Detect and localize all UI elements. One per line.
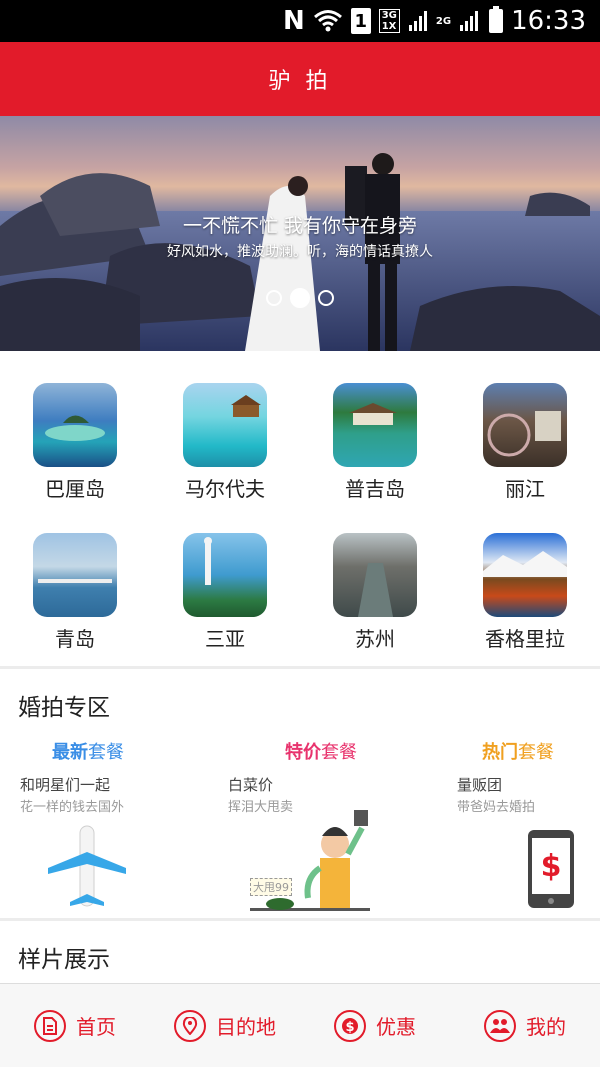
destination-label: 丽江 — [505, 477, 545, 501]
qingdao-thumbnail — [33, 533, 117, 617]
destination-suzhou[interactable]: 苏州 — [300, 509, 450, 659]
phone-dollar-icon: $ — [528, 830, 574, 908]
page-title: 驴 拍 — [268, 69, 332, 94]
section-divider — [0, 666, 600, 669]
destination-grid: 巴厘岛 马尔代夫 普吉岛 丽江 青岛 三亚 苏州 香格里拉 — [0, 351, 600, 667]
carousel-dot[interactable] — [318, 290, 334, 306]
people-icon — [484, 1009, 516, 1042]
promo-title-highlight: 热门 — [482, 742, 518, 763]
promo-title-highlight: 特价 — [285, 742, 321, 763]
destination-label: 普吉岛 — [345, 477, 405, 501]
network-type: 3G 1X — [378, 9, 400, 33]
lijiang-thumbnail — [483, 383, 567, 467]
promo-description: 带爸妈去婚拍 — [457, 800, 536, 815]
wedding-section-title: 婚拍专区 — [18, 695, 110, 721]
destination-label: 三亚 — [205, 627, 245, 651]
destination-bali[interactable]: 巴厘岛 — [0, 359, 150, 509]
promo-title: 最新套餐 — [52, 738, 124, 764]
carousel-dot[interactable] — [266, 290, 282, 306]
destination-qingdao[interactable]: 青岛 — [0, 509, 150, 659]
network-1x: 1X — [381, 21, 397, 32]
svg-text:$: $ — [345, 1020, 354, 1035]
maldives-thumbnail — [183, 383, 267, 467]
svg-text:$: $ — [541, 849, 562, 884]
phuket-thumbnail — [333, 383, 417, 467]
location-pin-icon — [174, 1009, 206, 1042]
promo-title-rest: 套餐 — [321, 742, 357, 763]
nav-label: 我的 — [526, 1015, 566, 1039]
promo-title: 热门套餐 — [482, 738, 554, 764]
promo-subtitle: 和明星们一起 — [20, 776, 111, 794]
airplane-icon — [48, 825, 126, 907]
bali-thumbnail — [33, 383, 117, 467]
promo-special-package[interactable]: 特价套餐 白菜价 挥泪大甩卖 大甩99 — [210, 738, 400, 918]
destination-shangri-la[interactable]: 香格里拉 — [450, 509, 600, 659]
battery-icon — [489, 6, 504, 33]
promo-description: 花一样的钱去国外 — [20, 800, 125, 815]
document-icon — [34, 1009, 66, 1042]
banner-headline: 一不慌不忙 我有你守在身旁 — [182, 215, 418, 237]
nav-profile[interactable]: 我的 — [450, 984, 600, 1067]
network-3g: 3G — [381, 10, 397, 21]
promo-latest-package[interactable]: 最新套餐 和明星们一起 花一样的钱去国外 — [0, 738, 200, 918]
n-notification-icon: N — [282, 6, 305, 36]
destination-label: 苏州 — [355, 627, 395, 651]
bottom-navigation: 首页 目的地 $ 优惠 我的 — [0, 983, 600, 1067]
destination-label: 青岛 — [55, 627, 95, 651]
samples-section-title: 样片展示 — [18, 947, 110, 973]
promo-title-rest: 套餐 — [88, 742, 124, 763]
nav-label: 目的地 — [216, 1015, 276, 1039]
dollar-coin-icon: $ — [334, 1009, 366, 1042]
nav-label: 首页 — [76, 1015, 116, 1039]
sim-icon: 1 — [350, 8, 371, 34]
crying-vendor-icon — [250, 810, 370, 911]
nav-label: 优惠 — [376, 1015, 416, 1039]
shangri-la-thumbnail — [483, 533, 567, 617]
destination-maldives[interactable]: 马尔代夫 — [150, 359, 300, 509]
banner-carousel[interactable]: 一不慌不忙 我有你守在身旁 好风如水，推波助澜。听，海的情话真撩人 — [0, 116, 600, 351]
signal-2-icon — [460, 11, 479, 31]
promo-title-highlight: 最新 — [52, 742, 88, 763]
app-header: 驴 拍 — [0, 42, 600, 116]
network-2g: 2G — [435, 15, 452, 27]
status-bar: N 1 3G 1X 2G 16:33 — [0, 0, 600, 42]
destination-phuket[interactable]: 普吉岛 — [300, 359, 450, 509]
sanya-thumbnail — [183, 533, 267, 617]
clock: 16:33 — [511, 6, 586, 36]
destination-label: 马尔代夫 — [185, 477, 265, 501]
carousel-dot-active[interactable] — [290, 288, 310, 308]
suzhou-thumbnail — [333, 533, 417, 617]
destination-label: 巴厘岛 — [45, 477, 105, 501]
nav-destination[interactable]: 目的地 — [150, 984, 300, 1067]
promo-hot-package[interactable]: 热门套餐 量贩团 带爸妈去婚拍 $ — [440, 738, 600, 918]
nav-home[interactable]: 首页 — [0, 984, 150, 1067]
nav-deals[interactable]: $ 优惠 — [300, 984, 450, 1067]
banner-subline: 好风如水，推波助澜。听，海的情话真撩人 — [167, 244, 433, 260]
promo-subtitle: 量贩团 — [457, 776, 503, 794]
promo-subtitle: 白菜价 — [228, 776, 274, 794]
signal-icon — [408, 11, 427, 31]
destination-lijiang[interactable]: 丽江 — [450, 359, 600, 509]
destination-sanya[interactable]: 三亚 — [150, 509, 300, 659]
section-divider — [0, 918, 600, 921]
promo-title-rest: 套餐 — [518, 742, 554, 763]
promo-title: 特价套餐 — [285, 738, 357, 764]
carousel-indicator — [0, 288, 600, 308]
destination-label: 香格里拉 — [485, 627, 565, 651]
wifi-icon — [313, 10, 342, 32]
